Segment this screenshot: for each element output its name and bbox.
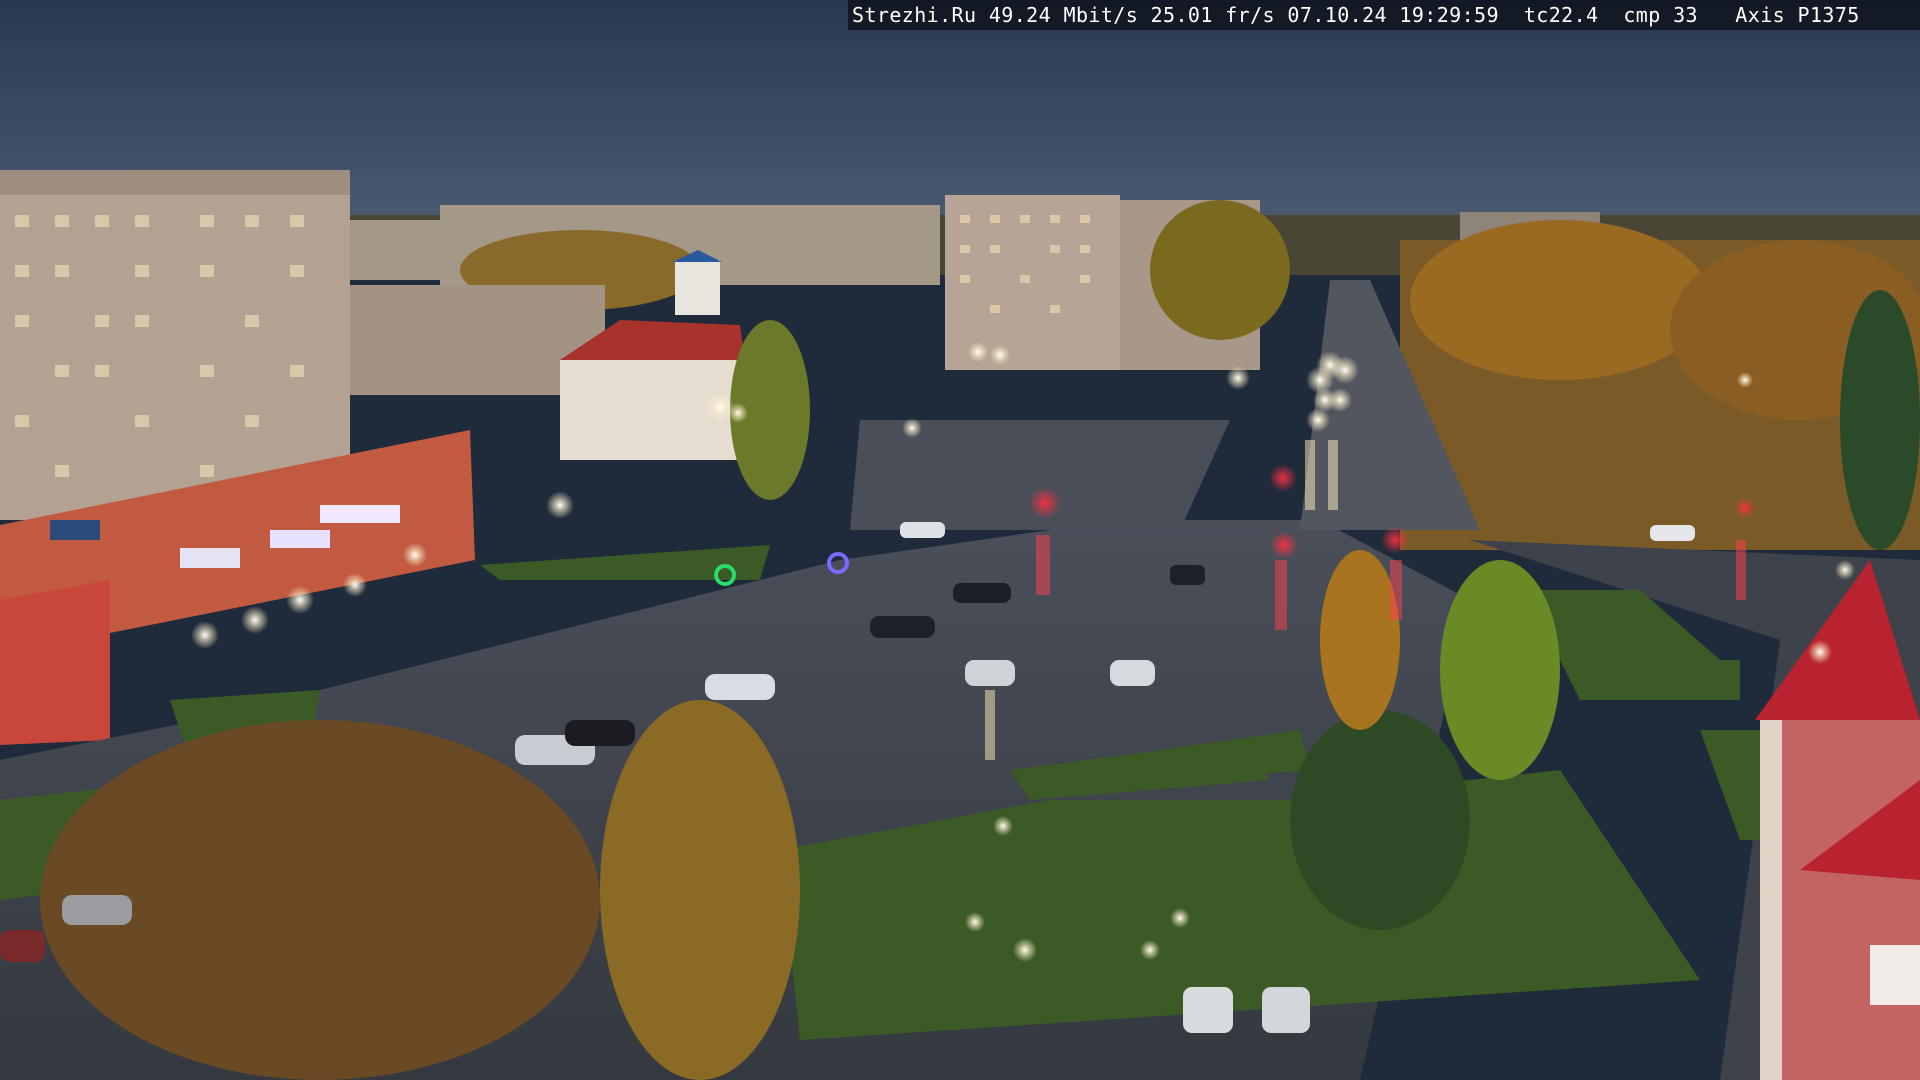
camera-info-text: Strezhi.Ru 49.24 Mbit/s 25.01 fr/s 07.10… (852, 3, 1860, 27)
camera-info-overlay: Strezhi.Ru 49.24 Mbit/s 25.01 fr/s 07.10… (848, 0, 1920, 30)
small-blue-tower (675, 260, 720, 315)
camera-scene (0, 0, 1920, 1080)
